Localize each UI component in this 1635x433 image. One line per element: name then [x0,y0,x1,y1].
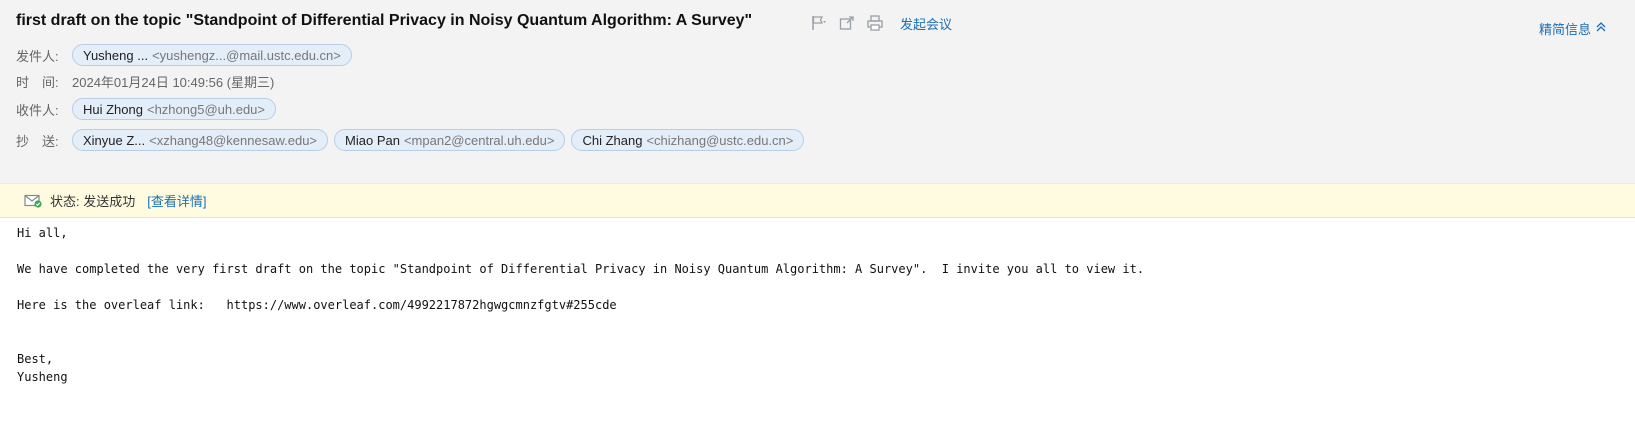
detail-toggle[interactable]: 精简信息 [1539,19,1607,38]
cc-name: Miao Pan [345,132,400,148]
cc-address: <mpan2@central.uh.edu> [403,132,555,148]
email-subject: first draft on the topic "Standpoint of … [16,12,753,29]
body-closing: Best, [17,352,54,366]
cc-address: <chizhang@ustc.edu.cn> [646,132,794,148]
subject-toolbar: 发起会议 [810,13,952,33]
mail-sent-icon [24,194,42,208]
view-details-link[interactable]: [查看详情] [147,191,206,210]
time-label: 时 间: [16,74,59,90]
cc-chip[interactable]: Xinyue Z... <xzhang48@kennesaw.edu> [72,129,329,151]
printer-icon[interactable] [866,14,884,32]
body-paragraph: We have completed the very first draft o… [17,262,1145,276]
recipient-chip[interactable]: Hui Zhong <hzhong5@uh.edu> [72,98,277,120]
send-status-bar: 状态: 发送成功 [查看详情] [0,183,1635,218]
cc-address: <xzhang48@kennesaw.edu> [149,132,318,148]
sender-address: <yushengz...@mail.ustc.edu.cn> [152,47,341,63]
cc-chip[interactable]: Miao Pan <mpan2@central.uh.edu> [334,129,566,151]
sender-chip[interactable]: Yusheng ... <yushengz...@mail.ustc.edu.c… [72,44,352,66]
detail-toggle-label: 精简信息 [1538,22,1591,37]
time-row: 时 间: 2024年01月24日 10:49:56 (星期三) [16,69,274,93]
cc-name: Xinyue Z... [83,132,146,148]
cc-row: 抄 送: Xinyue Z... <xzhang48@kennesaw.edu>… [16,128,810,152]
body-link-line[interactable]: Here is the overleaf link: https://www.o… [17,298,617,312]
from-row: 发件人: Yusheng ... <yushengz...@mail.ustc.… [16,43,358,67]
from-label: 发件人: [16,48,59,64]
recipient-name: Hui Zhong [83,101,143,117]
sender-name: Yusheng ... [83,47,149,63]
cc-label: 抄 送: [16,133,59,149]
recipient-address: <hzhong5@uh.edu> [146,101,266,117]
time-value: 2024年01月24日 10:49:56 (星期三) [72,74,275,90]
send-status-text: 状态: 发送成功 [50,194,136,209]
to-row: 收件人: Hui Zhong <hzhong5@uh.edu> [16,97,282,121]
body-greeting: Hi all, [17,226,68,240]
flag-icon[interactable] [810,14,828,32]
body-signature: Yusheng [17,370,68,384]
chevron-double-up-icon [1595,21,1607,36]
cc-name: Chi Zhang [582,132,643,148]
cc-chip[interactable]: Chi Zhang <chizhang@ustc.edu.cn> [571,129,805,151]
share-icon[interactable] [838,14,856,32]
start-meeting-link[interactable]: 发起会议 [900,14,952,33]
to-label: 收件人: [16,102,59,118]
email-header: first draft on the topic "Standpoint of … [0,0,1635,184]
